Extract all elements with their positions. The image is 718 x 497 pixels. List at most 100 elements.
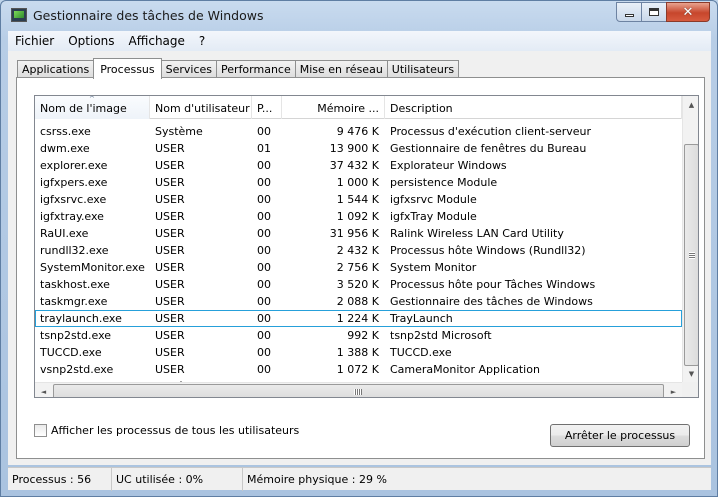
table-row[interactable]: SystemMonitor.exe USER 00 2 756 K System Mon… [35, 259, 682, 276]
column-header-user-name[interactable]: Nom d'utilisateur [150, 96, 252, 119]
cell-memory: 31 956 K [329, 227, 379, 240]
cell-user-name: USER [155, 261, 185, 274]
scroll-down-arrow-icon[interactable]: ▼ [683, 365, 698, 382]
cell-user-name: Système [155, 125, 203, 138]
vertical-scroll-thumb[interactable] [684, 144, 698, 366]
cell-cpu: 00 [257, 295, 271, 308]
close-button[interactable]: ✕ [666, 2, 710, 22]
tab-mise-en-reseau[interactable]: Mise en réseau [294, 60, 388, 78]
minimize-button[interactable] [616, 2, 642, 22]
table-row[interactable]: taskmgr.exe USER 00 2 088 K Gestionnaire des… [35, 293, 682, 310]
cell-description: Ralink Wireless LAN Card Utility [390, 227, 564, 240]
show-all-users-checkbox[interactable] [34, 424, 47, 437]
cell-image-name: csrss.exe [40, 125, 91, 138]
cell-memory: 1 544 K [336, 193, 379, 206]
show-all-users-option[interactable]: Afficher les processus de tous les utili… [34, 424, 299, 437]
cell-description: Processus d'exécution client-serveur [390, 125, 592, 138]
table-row[interactable]: rundll32.exe USER 00 2 432 K Processus hôte … [35, 242, 682, 259]
cell-user-name: USER [155, 244, 185, 257]
cell-image-name: rundll32.exe [40, 244, 109, 257]
scroll-up-arrow-icon[interactable]: ▲ [683, 96, 698, 113]
cell-image-name: TUCCD.exe [40, 346, 102, 359]
menu-options[interactable]: Options [61, 34, 121, 48]
menu-help[interactable]: ? [192, 34, 212, 48]
end-process-button[interactable]: Arrêter le processus [550, 424, 690, 447]
cell-cpu: 00 [257, 363, 271, 376]
process-list[interactable]: ^ Nom de l'image Nom d'utilisateur P... … [34, 95, 699, 398]
cell-memory: 2 756 K [336, 261, 379, 274]
tab-performance[interactable]: Performance [216, 60, 296, 78]
cell-description: igfxsrvc Module [390, 193, 477, 206]
close-icon: ✕ [682, 4, 694, 20]
scroll-right-arrow-icon[interactable]: ► [665, 383, 682, 397]
table-row[interactable]: tsnp2std.exe USER 00 992 K tsnp2std Microsof… [35, 327, 682, 344]
cell-cpu: 00 [257, 227, 271, 240]
column-header-description[interactable]: Description [385, 96, 682, 119]
cell-image-name: igfxtray.exe [40, 210, 104, 223]
menu-affichage[interactable]: Affichage [122, 34, 192, 48]
processes-panel: ^ Nom de l'image Nom d'utilisateur P... … [16, 77, 705, 459]
cell-user-name: USER [155, 227, 185, 240]
window-title: Gestionnaire des tâches de Windows [33, 8, 264, 23]
tab-processus[interactable]: Processus [93, 58, 162, 79]
column-header-label: Nom de l'image [40, 102, 127, 115]
tab-services[interactable]: Services [160, 60, 218, 78]
cell-user-name: USER [155, 210, 185, 223]
title-bar[interactable]: Gestionnaire des tâches de Windows ✕ [1, 1, 717, 31]
tab-utilisateurs[interactable]: Utilisateurs [386, 60, 460, 78]
table-row[interactable]: igfxsrvc.exe USER 00 1 544 K igfxsrvc Module [35, 191, 682, 208]
table-row[interactable]: taskhost.exe USER 00 3 520 K Processus hôte … [35, 276, 682, 293]
horizontal-scrollbar[interactable]: ◄ ► [35, 382, 682, 397]
cell-user-name: USER [155, 193, 185, 206]
table-row[interactable]: explorer.exe USER 00 37 432 K Explorateur Wi… [35, 157, 682, 174]
horizontal-scroll-thumb[interactable] [53, 384, 664, 397]
table-row[interactable]: traylaunch.exe USER 00 1 224 K TrayLaunch [35, 310, 682, 327]
cell-memory: 2 088 K [336, 295, 379, 308]
cell-description: Processus hôte Windows (Rundll32) [390, 244, 586, 257]
table-row[interactable]: csrss.exe Système 00 9 476 K Processus d'exé… [35, 123, 682, 140]
cell-description: persistence Module [390, 176, 498, 189]
sort-ascending-icon: ^ [89, 96, 95, 103]
table-row[interactable]: RaUI.exe USER 00 31 956 K Ralink Wireless LA… [35, 225, 682, 242]
tab-applications[interactable]: Applications [17, 60, 95, 78]
show-all-users-label[interactable]: Afficher les processus de tous les utili… [51, 424, 299, 437]
cell-user-name: USER [155, 329, 185, 342]
cell-description: System Monitor [390, 261, 477, 274]
cell-image-name: taskmgr.exe [40, 295, 108, 308]
table-row[interactable]: TUCCD.exe USER 00 1 388 K TUCCD.exe [35, 344, 682, 361]
minimize-icon [624, 13, 634, 17]
cell-memory: 992 K [347, 329, 379, 342]
cell-image-name: igfxpers.exe [40, 176, 108, 189]
column-header-cpu[interactable]: P... [252, 96, 282, 119]
cell-cpu: 00 [257, 210, 271, 223]
status-physical-memory: Mémoire physique : 29 % [247, 473, 387, 486]
task-manager-window: Gestionnaire des tâches de Windows ✕ Fic… [0, 0, 718, 497]
vertical-scrollbar[interactable]: ▲ ▼ [682, 96, 698, 382]
cell-memory: 9 476 K [336, 125, 379, 138]
table-row[interactable]: dwm.exe USER 01 13 900 K Gestionnaire de fen… [35, 140, 682, 157]
cell-cpu: 00 [257, 278, 271, 291]
cell-user-name: USER [155, 278, 185, 291]
cell-cpu: 00 [257, 159, 271, 172]
table-row[interactable]: igfxtray.exe USER 00 1 092 K igfxTray Module [35, 208, 682, 225]
cell-description: TrayLaunch [390, 312, 453, 325]
column-header-image-name[interactable]: ^ Nom de l'image [35, 96, 150, 119]
cell-cpu: 01 [257, 142, 271, 155]
grip-icon [354, 389, 362, 395]
table-row[interactable]: igfxpers.exe USER 00 1 000 K persistence Mod… [35, 174, 682, 191]
cell-image-name: traylaunch.exe [40, 312, 122, 325]
cell-user-name: USER [155, 346, 185, 359]
maximize-button[interactable] [641, 2, 667, 22]
maximize-icon [649, 8, 659, 16]
cell-cpu: 00 [257, 125, 271, 138]
cell-description: Processus hôte pour Tâches Windows [390, 278, 596, 291]
cell-description: Gestionnaire de fenêtres du Bureau [390, 142, 587, 155]
table-row[interactable]: vsnp2std.exe USER 00 1 072 K CameraMonitor A… [35, 361, 682, 378]
scroll-left-arrow-icon[interactable]: ◄ [35, 383, 52, 397]
cell-cpu: 00 [257, 329, 271, 342]
cell-description: Gestionnaire des tâches de Windows [390, 295, 593, 308]
column-header-memory[interactable]: Mémoire ... [282, 96, 385, 119]
task-manager-app-icon [11, 8, 27, 22]
cell-user-name: USER [155, 295, 185, 308]
menu-fichier[interactable]: Fichier [8, 34, 61, 48]
